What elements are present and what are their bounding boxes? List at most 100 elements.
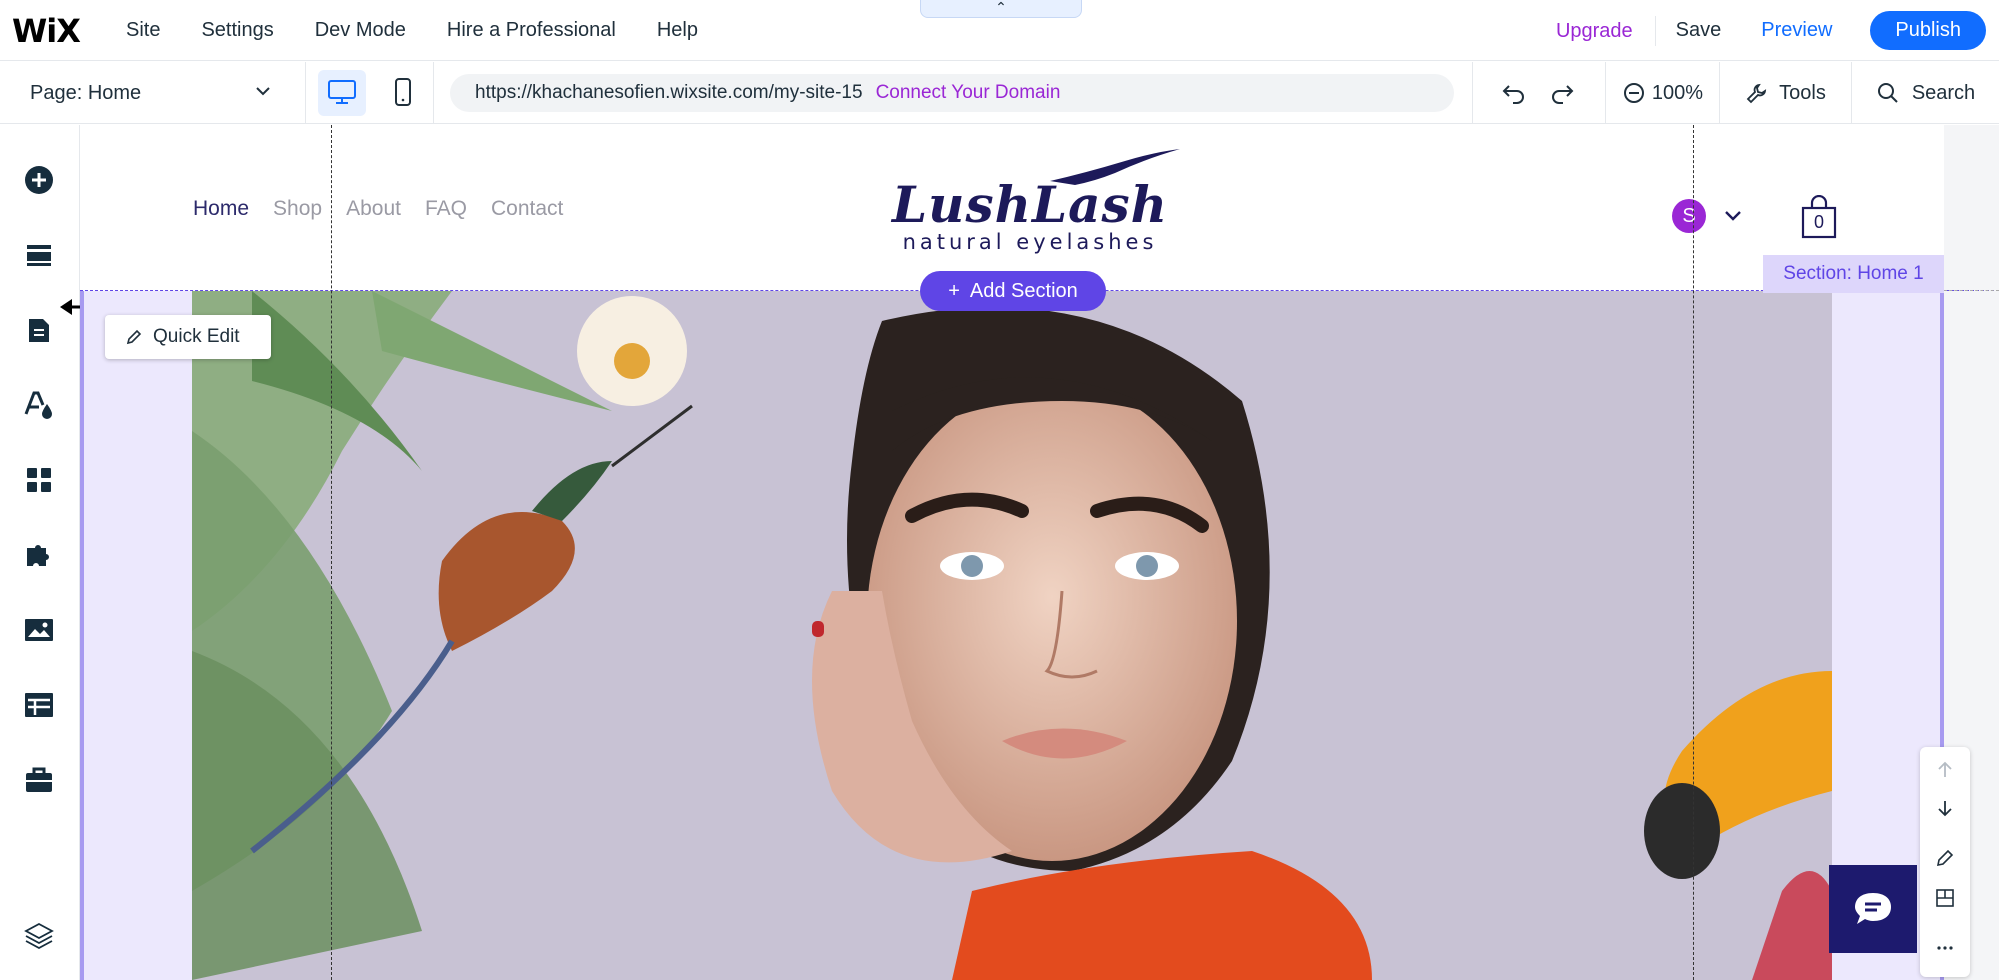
- desktop-icon: [328, 80, 356, 104]
- arrow-down-icon: [1938, 801, 1952, 817]
- wix-logo[interactable]: WiX: [12, 12, 81, 50]
- nav-contact[interactable]: Contact: [491, 197, 563, 221]
- hero-illustration: [192, 291, 1832, 980]
- nav-home[interactable]: Home: [193, 197, 249, 221]
- site-header[interactable]: Home Shop About FAQ Contact LushLash nat…: [80, 125, 1944, 291]
- plus-icon: +: [948, 279, 960, 302]
- section-floating-toolbar: [1920, 747, 1970, 977]
- tools-label: Tools: [1779, 81, 1826, 104]
- menu-hire-professional[interactable]: Hire a Professional: [447, 19, 616, 42]
- publish-button[interactable]: Publish: [1870, 11, 1986, 50]
- app-market-button[interactable]: [22, 463, 56, 497]
- add-section-button[interactable]: + Add Section: [920, 271, 1106, 311]
- app-market-icon: [27, 468, 51, 492]
- section-layout-button[interactable]: [1920, 879, 1970, 917]
- undo-icon[interactable]: [1501, 81, 1527, 105]
- top-menu: Site Settings Dev Mode Hire a Profession…: [126, 0, 739, 61]
- media-icon: [25, 619, 53, 641]
- upgrade-link[interactable]: Upgrade: [1534, 15, 1656, 46]
- cms-icon: [25, 693, 53, 717]
- save-button[interactable]: Save: [1656, 19, 1742, 42]
- add-section-panel-button[interactable]: [22, 238, 56, 272]
- logo-swoosh-icon: [1050, 149, 1180, 185]
- business-apps-button[interactable]: [22, 538, 56, 572]
- site-design-icon: [24, 391, 52, 419]
- collapse-toolbar-tab[interactable]: ⌃: [920, 0, 1082, 18]
- pencil-icon: [1936, 849, 1954, 867]
- zoom-out-icon[interactable]: [1622, 81, 1646, 105]
- chevron-up-icon: ⌃: [995, 0, 1007, 15]
- search-button[interactable]: Search: [1852, 62, 1999, 124]
- pages-button[interactable]: [22, 313, 56, 347]
- menu-site[interactable]: Site: [126, 19, 160, 42]
- site-page: Home Shop About FAQ Contact LushLash nat…: [80, 125, 1999, 980]
- quick-edit-button[interactable]: Quick Edit: [105, 315, 271, 359]
- redo-icon[interactable]: [1549, 81, 1575, 105]
- device-switcher: [306, 62, 434, 124]
- chevron-down-icon[interactable]: [1722, 205, 1744, 227]
- pencil-icon: [126, 329, 142, 345]
- brand-tagline: natural eyelashes: [902, 230, 1158, 254]
- more-actions-button[interactable]: [1920, 929, 1970, 967]
- page-selector[interactable]: Page: Home: [0, 62, 306, 124]
- zoom-control[interactable]: 100%: [1606, 62, 1720, 124]
- layout-icon: [1936, 889, 1954, 907]
- nav-about[interactable]: About: [346, 197, 401, 221]
- layers-icon: [24, 922, 54, 950]
- layers-button[interactable]: [22, 919, 56, 953]
- site-design-button[interactable]: [22, 388, 56, 422]
- connect-domain-link[interactable]: Connect Your Domain: [876, 82, 1061, 104]
- move-up-button[interactable]: [1920, 751, 1970, 789]
- gridline-left: [331, 125, 332, 980]
- site-logo[interactable]: LushLash natural eyelashes: [860, 145, 1200, 260]
- site-url-bar[interactable]: https://khachanesofien.wixsite.com/my-si…: [450, 74, 1454, 112]
- nav-shop[interactable]: Shop: [273, 197, 322, 221]
- hero-section[interactable]: [80, 291, 1944, 980]
- sections-icon: [27, 245, 51, 266]
- undo-redo-group: [1472, 62, 1606, 124]
- media-button[interactable]: [22, 613, 56, 647]
- site-url[interactable]: https://khachanesofien.wixsite.com/my-si…: [475, 82, 863, 104]
- quick-edit-label: Quick Edit: [153, 326, 240, 347]
- portfolio-button[interactable]: [22, 763, 56, 797]
- cms-button[interactable]: [22, 688, 56, 722]
- zoom-level: 100%: [1651, 81, 1704, 104]
- editor-canvas: Home Shop About FAQ Contact LushLash nat…: [80, 125, 1999, 980]
- nav-faq[interactable]: FAQ: [425, 197, 467, 221]
- page-selector-label: Page: Home: [30, 81, 142, 104]
- cart-button[interactable]: 0: [1800, 194, 1838, 239]
- search-label: Search: [1911, 81, 1976, 104]
- chevron-down-icon: [256, 87, 270, 96]
- portfolio-icon: [26, 767, 52, 792]
- editor-top-bar: WiX Site Settings Dev Mode Hire a Profes…: [0, 0, 1999, 61]
- more-icon: [1937, 946, 1953, 950]
- section-divider-extension: [1944, 290, 1999, 291]
- search-icon: [1877, 83, 1898, 103]
- menu-help[interactable]: Help: [657, 19, 698, 42]
- hero-image[interactable]: [192, 291, 1832, 980]
- chat-bubble-icon: [1855, 893, 1891, 924]
- tools-button[interactable]: Tools: [1720, 62, 1852, 124]
- section-name-badge[interactable]: Section: Home 1: [1763, 255, 1944, 293]
- edit-section-button[interactable]: [1920, 839, 1970, 877]
- wrench-icon: [1746, 83, 1767, 104]
- add-elements-icon: [25, 166, 53, 194]
- arrow-up-icon: [1938, 761, 1952, 777]
- menu-dev-mode[interactable]: Dev Mode: [315, 19, 406, 42]
- mobile-icon: [395, 78, 411, 106]
- move-down-button[interactable]: [1920, 789, 1970, 827]
- pages-icon: [29, 319, 49, 342]
- add-section-label: Add Section: [969, 279, 1078, 302]
- add-elements-button[interactable]: [22, 163, 56, 197]
- desktop-view-button[interactable]: [318, 70, 366, 116]
- member-avatar[interactable]: S: [1672, 199, 1706, 233]
- top-actions: Upgrade Save Preview Publish: [1534, 0, 1999, 61]
- preview-button[interactable]: Preview: [1741, 19, 1852, 42]
- site-nav-menu[interactable]: Home Shop About FAQ Contact: [193, 197, 587, 221]
- cart-count: 0: [1813, 212, 1824, 232]
- mobile-view-button[interactable]: [380, 70, 426, 116]
- gridline-right: [1693, 125, 1694, 980]
- chat-widget-button[interactable]: [1829, 865, 1917, 953]
- left-toolbar: [0, 125, 156, 980]
- menu-settings[interactable]: Settings: [201, 19, 273, 42]
